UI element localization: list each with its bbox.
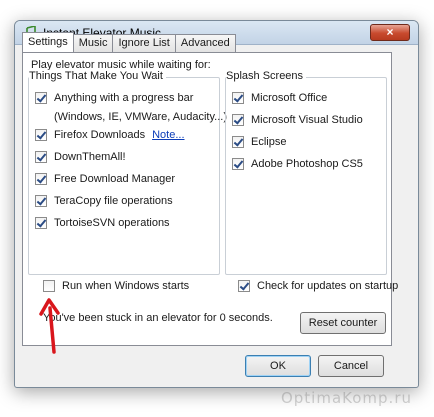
option-progress-bar-detail: (Windows, IE, VMWare, Audacity...) <box>54 111 227 123</box>
option-teracopy[interactable]: TeraCopy file operations <box>35 195 173 207</box>
ok-button[interactable]: OK <box>245 355 311 377</box>
checkbox-progress-bar[interactable] <box>35 92 47 104</box>
tab-settings[interactable]: Settings <box>22 32 74 52</box>
option-visual-studio[interactable]: Microsoft Visual Studio <box>232 114 363 126</box>
option-label: TortoiseSVN operations <box>54 217 170 229</box>
checkbox-check-updates[interactable] <box>238 280 250 292</box>
option-label: Microsoft Visual Studio <box>251 114 363 126</box>
wait-group: Things That Make You Wait Anything with … <box>28 70 227 275</box>
option-label: Adobe Photoshop CS5 <box>251 158 363 170</box>
option-label: Anything with a progress bar <box>54 92 194 104</box>
close-icon: × <box>386 25 394 39</box>
option-photoshop[interactable]: Adobe Photoshop CS5 <box>232 158 363 170</box>
note-link[interactable]: Note... <box>152 129 184 141</box>
settings-panel: Play elevator music while waiting for: T… <box>22 52 398 346</box>
tab-strip: Settings Music Ignore List Advanced <box>22 32 236 52</box>
option-microsoft-office[interactable]: Microsoft Office <box>232 92 327 104</box>
option-downthemall[interactable]: DownThemAll! <box>35 151 126 163</box>
checkbox-run-on-startup[interactable] <box>43 280 55 292</box>
tab-music[interactable]: Music <box>72 34 114 52</box>
checkbox-firefox-downloads[interactable] <box>35 129 47 141</box>
option-label: Firefox Downloads <box>54 129 146 141</box>
option-label: Run when Windows starts <box>62 280 190 292</box>
option-progress-bar[interactable]: Anything with a progress bar <box>35 92 193 104</box>
close-button[interactable]: × <box>370 24 410 41</box>
checkbox-downthemall[interactable] <box>35 151 47 163</box>
watermark: OptimaKomp.ru <box>280 389 412 407</box>
option-label: Eclipse <box>251 136 287 148</box>
reset-counter-button[interactable]: Reset counter <box>300 312 386 334</box>
option-label: Free Download Manager <box>54 173 176 185</box>
option-firefox-downloads[interactable]: Firefox Downloads Note... <box>35 129 185 141</box>
stuck-counter-text: You've been stuck in an elevator for 0 s… <box>43 312 273 324</box>
option-check-updates[interactable]: Check for updates on startup <box>238 280 398 292</box>
option-detail-label: (Windows, IE, VMWare, Audacity...) <box>54 111 227 123</box>
option-label: Microsoft Office <box>251 92 328 104</box>
checkbox-microsoft-office[interactable] <box>232 92 244 104</box>
checkbox-tortoisesvn[interactable] <box>35 217 47 229</box>
checkbox-photoshop[interactable] <box>232 158 244 170</box>
option-label: TeraCopy file operations <box>54 195 173 207</box>
tab-advanced[interactable]: Advanced <box>174 34 236 52</box>
wait-group-label: Things That Make You Wait <box>29 70 166 82</box>
option-tortoisesvn[interactable]: TortoiseSVN operations <box>35 217 170 229</box>
checkbox-visual-studio[interactable] <box>232 114 244 126</box>
checkbox-teracopy[interactable] <box>35 195 47 207</box>
splash-group: Splash Screens Microsoft Office Microsof… <box>225 70 387 275</box>
option-free-download-manager[interactable]: Free Download Manager <box>35 173 175 185</box>
option-run-on-startup[interactable]: Run when Windows starts <box>43 280 189 292</box>
checkbox-free-download-manager[interactable] <box>35 173 47 185</box>
splash-group-label: Splash Screens <box>226 70 307 82</box>
checkbox-eclipse[interactable] <box>232 136 244 148</box>
tab-ignore-list[interactable]: Ignore List <box>112 34 176 52</box>
red-arrow-annotation <box>39 298 60 354</box>
option-eclipse[interactable]: Eclipse <box>232 136 286 148</box>
option-label: Check for updates on startup <box>257 280 399 292</box>
option-label: DownThemAll! <box>54 151 126 163</box>
cancel-button[interactable]: Cancel <box>318 355 384 377</box>
